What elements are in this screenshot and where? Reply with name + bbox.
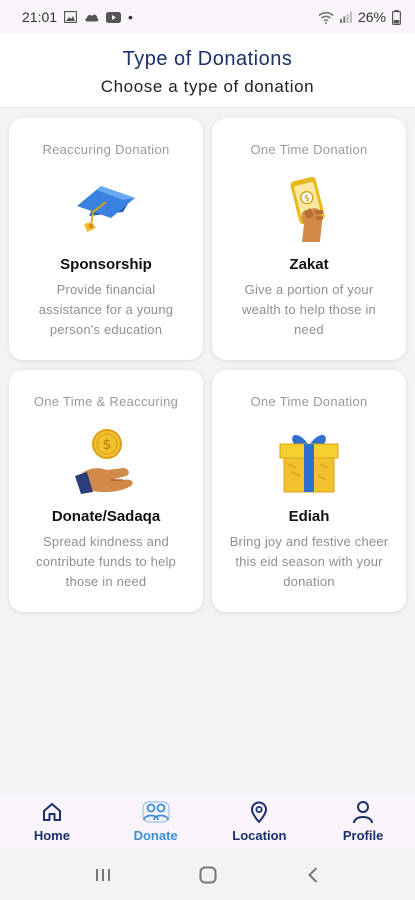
status-dot: • [128, 9, 133, 25]
youtube-icon [106, 11, 122, 23]
coin-in-hand-icon: $ [71, 424, 141, 496]
card-title: Donate/Sadaqa [51, 508, 161, 525]
nav-item-location[interactable]: Location [208, 793, 312, 849]
donation-card-ediah[interactable]: One Time Donation Ediah Bring joy and fe… [212, 370, 406, 612]
card-description: Bring joy and festive cheer this eid sea… [229, 534, 389, 589]
nav-label: Location [232, 827, 287, 843]
phone-in-hand-icon: $ [274, 172, 344, 244]
status-left: 21:01 • [22, 9, 133, 25]
donation-card-zakat[interactable]: One Time Donation $ Zakat Give a portion… [212, 118, 406, 360]
card-type: One Time Donation [250, 394, 368, 409]
cloud-icon [84, 12, 99, 22]
signal-icon [339, 11, 352, 23]
svg-text:$: $ [103, 437, 112, 453]
person-icon [352, 800, 374, 824]
card-description: Provide financial assistance for a young… [38, 282, 174, 337]
page-header: Type of Donations Choose a type of donat… [0, 34, 415, 108]
home-icon [41, 800, 63, 824]
card-type: One Time & Reaccuring [33, 394, 179, 409]
card-title: Sponsorship [60, 256, 152, 273]
image-icon [64, 11, 78, 23]
battery-percent: 26% [357, 9, 386, 25]
people-icon [142, 800, 170, 824]
home-button[interactable] [188, 860, 228, 890]
wifi-icon [318, 11, 334, 24]
status-bar: 21:01 • 26% [0, 0, 415, 34]
battery-icon [392, 9, 401, 25]
bottom-nav: Home Donate Location Profile [0, 793, 415, 849]
nav-item-donate[interactable]: Donate [104, 793, 208, 849]
graduation-cap-icon [71, 172, 141, 244]
system-nav-bar [0, 849, 415, 900]
card-title: Ediah [288, 508, 330, 525]
back-button[interactable] [293, 860, 333, 890]
status-right: 26% [318, 9, 401, 25]
card-title: Zakat [289, 256, 329, 273]
nav-item-profile[interactable]: Profile [311, 793, 415, 849]
nav-label: Profile [342, 827, 384, 843]
gift-box-icon [274, 424, 344, 496]
recent-apps-button[interactable] [83, 860, 123, 890]
card-description: Give a portion of your wealth to help th… [242, 282, 376, 337]
page-subtitle: Choose a type of donation [100, 77, 315, 96]
status-time: 21:01 [22, 9, 58, 25]
donation-card-sadaqa[interactable]: One Time & Reaccuring $ Donate/Sadaqa Sp… [9, 370, 203, 612]
card-description: Spread kindness and contribute funds to … [36, 534, 176, 589]
nav-item-home[interactable]: Home [0, 793, 104, 849]
nav-label: Home [33, 827, 70, 843]
location-pin-icon [249, 800, 269, 824]
card-type: Reaccuring Donation [42, 142, 170, 157]
card-type: One Time Donation [250, 142, 368, 157]
donation-card-sponsorship[interactable]: Reaccuring Donation Sponsorship Provide … [9, 118, 203, 360]
nav-label: Donate [133, 827, 178, 843]
page-title: Type of Donations [122, 48, 293, 70]
